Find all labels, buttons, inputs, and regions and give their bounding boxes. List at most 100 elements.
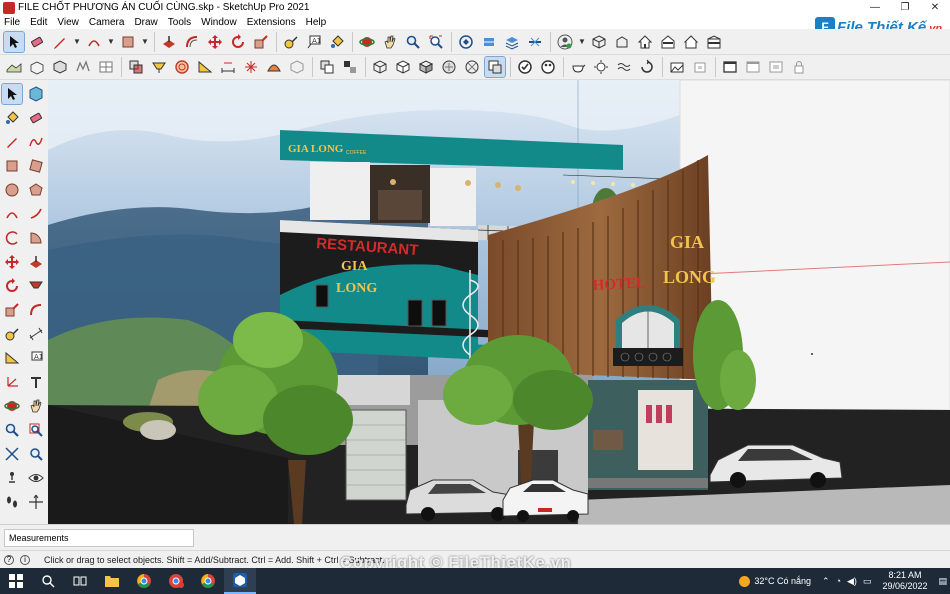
sketchup-taskbar-button[interactable] (224, 568, 256, 594)
look-around-large[interactable] (26, 468, 46, 488)
menu-tools[interactable]: Tools (168, 17, 191, 28)
user-account-button[interactable] (555, 32, 575, 52)
wireframe-style-button[interactable] (370, 57, 390, 77)
orbit-tool[interactable] (357, 32, 377, 52)
geo-location-icon[interactable]: ? (4, 554, 14, 565)
make-component-large[interactable] (26, 84, 46, 104)
rotate-tool[interactable] (228, 32, 248, 52)
rectangle-tool[interactable] (118, 32, 138, 52)
pan-large[interactable] (26, 396, 46, 416)
solid-tools-button[interactable] (126, 57, 146, 77)
eraser-large[interactable] (26, 108, 46, 128)
back-view-button[interactable] (681, 32, 701, 52)
fog-button[interactable] (614, 57, 634, 77)
offset-tool[interactable] (182, 32, 202, 52)
pie-large[interactable] (26, 228, 46, 248)
edge-style-button[interactable] (637, 57, 657, 77)
line-tool[interactable] (50, 32, 70, 52)
chrome-button[interactable] (128, 568, 160, 594)
zoom-tool[interactable] (403, 32, 423, 52)
clock[interactable]: 8:21 AM 29/06/2022 (882, 570, 927, 592)
iso-view-button[interactable] (589, 32, 609, 52)
dimension-tool[interactable] (218, 57, 238, 77)
wifi-icon[interactable]: ◔ (836, 576, 841, 586)
three-point-arc-large[interactable] (2, 228, 22, 248)
dimension-large[interactable] (26, 324, 46, 344)
zoom-window-large[interactable] (26, 420, 46, 440)
model-viewport[interactable]: RESTAURANT GIA LONG GIA LONG COFFEE HOTE… (48, 80, 950, 524)
teapot-button[interactable] (568, 57, 588, 77)
monochrome-style-button[interactable] (462, 57, 482, 77)
boutique-window[interactable] (638, 390, 693, 470)
push-pull-tool[interactable] (159, 32, 179, 52)
x-ray-tool[interactable] (287, 57, 307, 77)
close-button[interactable]: ✕ (920, 0, 950, 15)
battery-icon[interactable]: ▭ (863, 576, 872, 587)
previous-view-large[interactable] (26, 444, 46, 464)
notification-icon[interactable]: ▤ (938, 576, 947, 587)
hidden-line-style-button[interactable] (393, 57, 413, 77)
two-point-arc-large[interactable] (26, 204, 46, 224)
rectangle-large[interactable] (2, 156, 22, 176)
arc-tool-dropdown[interactable]: ▼ (107, 32, 115, 52)
section-plane-large[interactable] (26, 492, 46, 512)
line-tool-dropdown[interactable]: ▼ (73, 32, 81, 52)
menu-window[interactable]: Window (201, 17, 237, 28)
shaded-style-button[interactable] (416, 57, 436, 77)
chrome-profile-button[interactable] (160, 568, 192, 594)
start-button[interactable] (0, 568, 32, 594)
weather-widget[interactable]: 32°C Có nắng (739, 575, 811, 587)
protractor-large[interactable] (2, 348, 22, 368)
move-tool[interactable] (205, 32, 225, 52)
front-view-button[interactable] (635, 32, 655, 52)
eraser-tool[interactable] (27, 32, 47, 52)
tape-measure-large[interactable] (2, 324, 22, 344)
axes-large[interactable] (2, 372, 22, 392)
rotate-large[interactable] (2, 276, 22, 296)
line-large[interactable] (2, 132, 22, 152)
lock-button[interactable] (789, 57, 809, 77)
orbit-large[interactable] (2, 396, 22, 416)
chevron-up-icon[interactable]: ⌃ (822, 576, 830, 587)
info-icon[interactable]: i (20, 554, 30, 565)
rotated-rectangle-large[interactable] (26, 156, 46, 176)
offset-large[interactable] (26, 300, 46, 320)
protractor-tool[interactable] (195, 57, 215, 77)
follow-me-tool[interactable] (149, 57, 169, 77)
section-tool[interactable] (525, 32, 545, 52)
walk-large[interactable] (2, 492, 22, 512)
axes-tool[interactable] (241, 57, 261, 77)
menu-help[interactable]: Help (306, 17, 327, 28)
scale-large[interactable] (2, 300, 22, 320)
outliner-button[interactable] (484, 56, 506, 78)
move-large[interactable] (2, 252, 22, 272)
text-tool[interactable]: A1 (304, 32, 324, 52)
sandbox-from-contours-tool[interactable] (4, 57, 24, 77)
right-view-button[interactable] (658, 32, 678, 52)
window-panel-3[interactable] (766, 57, 786, 77)
zoom-extents-tool[interactable] (426, 32, 446, 52)
menu-camera[interactable]: Camera (89, 17, 125, 28)
top-view-button[interactable] (612, 32, 632, 52)
window-panel-2[interactable] (743, 57, 763, 77)
search-button[interactable] (32, 568, 64, 594)
layer-tool[interactable] (502, 32, 522, 52)
polygon-large[interactable] (26, 180, 46, 200)
menu-file[interactable]: File (4, 17, 20, 28)
arc-tool[interactable] (84, 32, 104, 52)
measurements-field[interactable]: Measurements (4, 529, 194, 547)
freehand-large[interactable] (26, 132, 46, 152)
sandbox-from-scratch-tool[interactable] (27, 57, 47, 77)
tape-measure-tool[interactable] (281, 32, 301, 52)
menu-view[interactable]: View (57, 17, 79, 28)
chrome-window-button[interactable] (192, 568, 224, 594)
textured-style-button[interactable] (439, 57, 459, 77)
scale-tool[interactable] (251, 32, 271, 52)
sun-button[interactable] (591, 57, 611, 77)
maximize-button[interactable]: ❐ (890, 0, 920, 15)
push-pull-large[interactable] (26, 252, 46, 272)
styles-button[interactable] (538, 57, 558, 77)
shape-tool-dropdown[interactable]: ▼ (141, 32, 149, 52)
select-tool-large[interactable] (1, 83, 23, 105)
circle-large[interactable] (2, 180, 22, 200)
